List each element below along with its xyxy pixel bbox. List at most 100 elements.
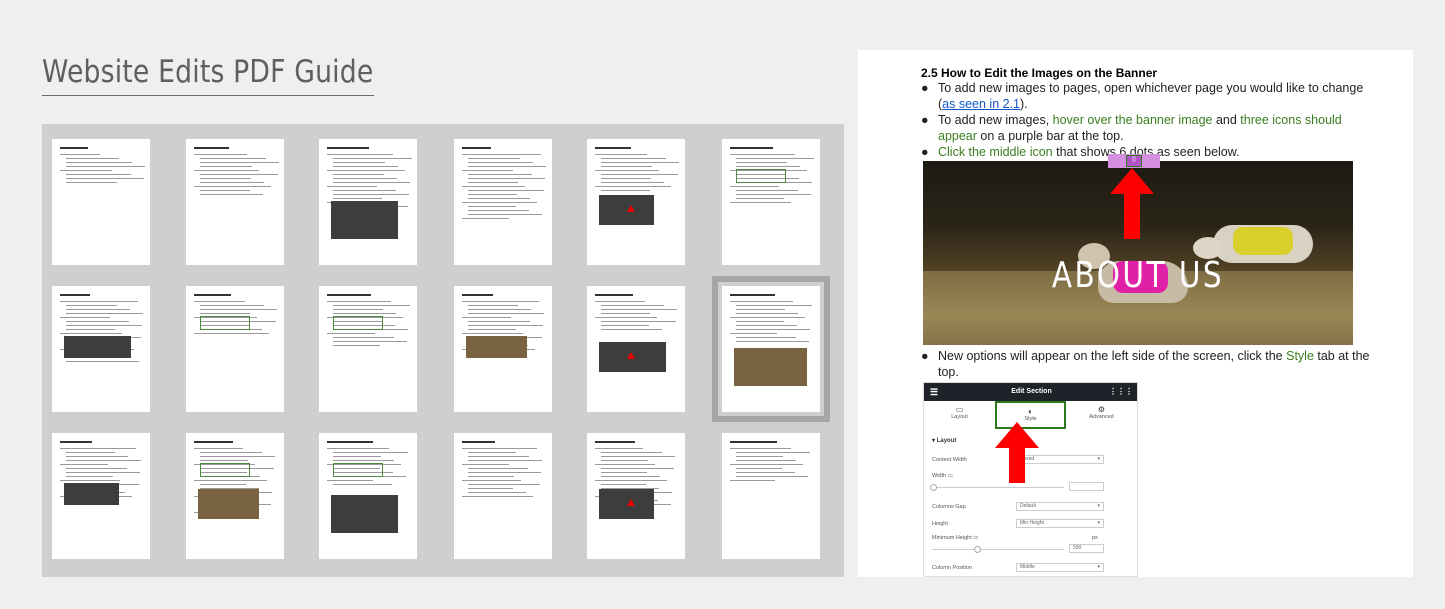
thumbnail-mark	[194, 333, 269, 335]
thumbnail-mark	[468, 468, 528, 470]
layout-section-toggle[interactable]: ▾ Layout	[932, 437, 956, 444]
width-slider-handle[interactable]	[930, 484, 937, 491]
thumbnail-mark	[601, 166, 652, 168]
thumbnail-mark	[200, 316, 250, 330]
thumbnail-grid	[42, 124, 844, 577]
page-thumbnail[interactable]	[587, 139, 685, 265]
thumbnail-mark	[66, 162, 132, 164]
six-dots-icon[interactable]: ⠿	[1126, 155, 1142, 167]
purple-icon-bar[interactable]: ⠿	[1108, 154, 1160, 168]
thumbnail-mark	[468, 162, 533, 164]
thumbnail-mark	[194, 147, 229, 149]
thumbnail-mark	[468, 210, 529, 212]
height-select[interactable]: Min Height ▾	[1016, 519, 1104, 528]
page-thumbnail[interactable]	[186, 139, 284, 265]
thumbnail-mark	[730, 441, 777, 443]
layout-icon: ▭	[955, 405, 964, 414]
thumbnail-mark	[327, 301, 391, 303]
thumbnail-mark	[736, 190, 798, 192]
thumbnail-mark	[468, 492, 526, 494]
page-thumbnail[interactable]	[52, 139, 150, 265]
page-thumbnail[interactable]	[186, 286, 284, 412]
section-link[interactable]: as seen in 2.1	[942, 97, 1020, 111]
page-thumbnail[interactable]	[319, 139, 417, 265]
page-thumbnail[interactable]	[186, 433, 284, 559]
min-height-slider-handle[interactable]	[974, 546, 981, 553]
thumbnail-mark	[730, 464, 803, 466]
thumbnail-mark	[66, 456, 128, 458]
page-thumbnail[interactable]	[587, 286, 685, 412]
thumbnail-mark	[462, 301, 539, 303]
hamburger-icon[interactable]: ☰	[930, 383, 938, 401]
thumbnail-mark	[468, 166, 546, 168]
page-thumbnail[interactable]	[52, 286, 150, 412]
min-height-slider[interactable]	[932, 549, 1064, 550]
thumbnail-mark	[601, 468, 674, 470]
bullet-text: and	[1212, 113, 1241, 127]
thumbnail-mark	[736, 329, 810, 331]
page-thumbnail[interactable]	[712, 276, 830, 422]
dog-coat	[1233, 227, 1293, 255]
thumbnail-mark	[60, 154, 100, 156]
thumbnail-mark	[66, 166, 145, 168]
thumbnail-mark	[730, 294, 775, 296]
page-thumbnail[interactable]	[319, 433, 417, 559]
tab-advanced[interactable]: ⚙ Advanced	[1066, 401, 1137, 429]
thumbnail-mark	[595, 147, 631, 149]
thumbnail-mark	[333, 158, 412, 160]
page-thumbnail[interactable]	[722, 433, 820, 559]
page-thumbnail[interactable]	[454, 286, 552, 412]
page-thumbnail[interactable]	[587, 433, 685, 559]
thumbnail-mark	[736, 313, 798, 315]
page-thumbnail[interactable]	[454, 433, 552, 559]
grid-icon[interactable]: ⋮⋮⋮	[1109, 383, 1133, 401]
thumbnail-mark	[736, 194, 811, 196]
page-thumbnail[interactable]	[722, 139, 820, 265]
min-height-input[interactable]: 500	[1069, 544, 1104, 553]
banner-text: ABOUT US	[1051, 255, 1225, 296]
columns-gap-select[interactable]: Default ▾	[1016, 502, 1104, 511]
thumbnail-mark	[468, 214, 542, 216]
thumbnail-mark	[601, 313, 650, 315]
thumbnail-mark	[736, 476, 808, 478]
thumbnail-mark	[200, 182, 264, 184]
tab-layout[interactable]: ▭ Layout	[924, 401, 995, 429]
minimum-height-label: Minimum Height ▭	[932, 535, 979, 541]
width-slider[interactable]	[932, 487, 1064, 488]
thumbnail-mark	[200, 456, 275, 458]
thumbnail-mark	[331, 201, 398, 239]
style-icon: ◐	[1028, 407, 1033, 416]
thumbnail-mark	[333, 162, 385, 164]
thumbnail-mark	[736, 472, 795, 474]
thumbnail-mark	[194, 301, 245, 303]
page-thumbnail[interactable]	[454, 139, 552, 265]
thumbnail-mark	[736, 305, 812, 307]
thumbnail-mark	[595, 317, 657, 319]
thumbnail-mark	[66, 174, 131, 176]
thumbnail-mark	[194, 154, 247, 156]
thumbnail-mark	[66, 305, 117, 307]
thumbnail-mark	[200, 452, 262, 454]
thumbnail-mark	[468, 452, 516, 454]
content-width-select[interactable]: Boxed ▾	[1016, 455, 1104, 464]
thumbnail-mark	[468, 313, 544, 315]
page-thumbnail[interactable]	[319, 286, 417, 412]
thumbnail-mark	[601, 484, 646, 486]
unit-label[interactable]: px	[1092, 535, 1098, 541]
column-position-select[interactable]: Middle ▾	[1016, 563, 1104, 572]
thumbnail-mark	[736, 162, 787, 164]
width-input[interactable]	[1069, 482, 1104, 491]
thumbnail-mark	[200, 305, 264, 307]
thumbnail-mark	[66, 158, 119, 160]
thumbnail-mark	[601, 190, 650, 192]
thumbnail-mark	[736, 460, 796, 462]
page-thumbnail[interactable]	[52, 433, 150, 559]
title-underline	[42, 95, 374, 96]
thumbnail-mark	[333, 337, 394, 339]
bullet-4: ● New options will appear on the left sid…	[921, 349, 1370, 379]
thumbnail-mark	[595, 464, 655, 466]
thumbnail-mark	[468, 194, 517, 196]
thumbnail-mark	[462, 333, 523, 335]
thumbnail-mark	[60, 441, 92, 443]
thumbnail-mark	[601, 162, 679, 164]
